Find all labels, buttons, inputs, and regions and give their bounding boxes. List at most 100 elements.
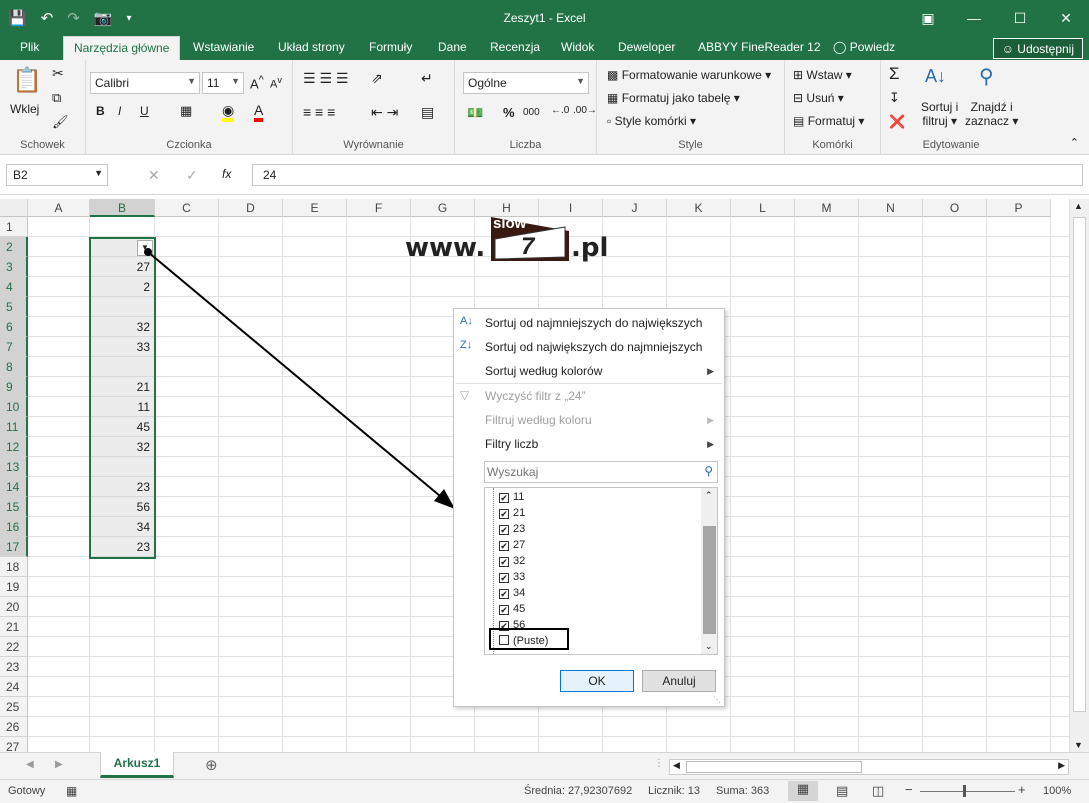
list-scroll-thumb[interactable] [703, 526, 716, 634]
cancel-button[interactable]: Anuluj [642, 670, 716, 692]
scroll-thumb[interactable] [1073, 217, 1086, 712]
find-icon[interactable]: ⚲ [979, 64, 994, 89]
filter-search-box[interactable]: ⚲ [484, 461, 718, 483]
prev-sheet-icon[interactable]: ◀ [26, 759, 34, 770]
filter-item-33[interactable]: ✔ 33 [499, 569, 525, 585]
delete-button[interactable]: ⊟ Usuń ▾ [793, 91, 844, 105]
checkbox-checked-icon[interactable]: ✔ [499, 573, 509, 583]
find-select-button[interactable]: Znajdź i zaznacz ▾ [965, 100, 1018, 128]
copy-icon[interactable]: ⧉ [52, 90, 61, 106]
tab-page-layout[interactable]: Układ strony [278, 40, 345, 54]
h-scroll-thumb[interactable] [686, 761, 862, 773]
enter-icon[interactable]: ✓ [186, 167, 198, 184]
tab-review[interactable]: Recenzja [490, 40, 540, 54]
checkbox-checked-icon[interactable]: ✔ [499, 605, 509, 615]
orientation-icon[interactable]: ⇗ [371, 70, 383, 87]
sort-filter-icon[interactable]: A↓ [925, 66, 946, 87]
close-button[interactable]: ✕ [1043, 10, 1089, 27]
font-size-combo[interactable]: 11 ▼ [202, 72, 244, 94]
merge-center-icon[interactable]: ▤ [421, 104, 434, 121]
checkbox-checked-icon[interactable]: ✔ [499, 589, 509, 599]
scroll-up-icon[interactable]: ▲ [1074, 201, 1083, 211]
scroll-down-icon[interactable]: ▼ [1074, 740, 1083, 750]
cancel-icon[interactable]: ✕ [148, 167, 160, 184]
filter-item-34[interactable]: ✔ 34 [499, 585, 525, 601]
zoom-out-icon[interactable]: − [905, 782, 913, 797]
grow-font-icon[interactable]: A^ [250, 74, 264, 91]
normal-view-icon[interactable]: ▦ [788, 781, 818, 801]
share-button[interactable]: ☺ Udostępnij [992, 38, 1083, 59]
format-painter-icon[interactable]: 🖌 [52, 114, 69, 130]
menu-sort-desc[interactable]: Sortuj od największych do najmniejszych [485, 340, 702, 354]
insert-function-icon[interactable]: fx [222, 167, 231, 181]
font-name-combo[interactable]: Calibri ▼ [90, 72, 200, 94]
collapse-ribbon-icon[interactable]: ⌃ [1070, 136, 1079, 149]
clear-icon[interactable]: ❌ [889, 114, 905, 130]
ok-button[interactable]: OK [560, 670, 634, 692]
list-scrollbar[interactable]: ⌃ ⌄ [701, 488, 717, 654]
zoom-in-icon[interactable]: + [1018, 782, 1026, 797]
minimize-button[interactable]: — [951, 10, 997, 26]
currency-icon[interactable]: 💵 [467, 105, 483, 121]
align-left-icon[interactable]: ≡ ≡ ≡ [303, 104, 335, 120]
fill-icon[interactable]: ↧ [889, 90, 900, 106]
underline-button[interactable]: U [140, 104, 149, 118]
tab-formulas[interactable]: Formuły [369, 40, 412, 54]
sheet-tab-arkusz1[interactable]: Arkusz1 [100, 752, 174, 778]
checkbox-checked-icon[interactable]: ✔ [499, 525, 509, 535]
menu-sort-asc[interactable]: Sortuj od najmniejszych do największych [485, 316, 702, 330]
macro-record-icon[interactable]: ▦ [66, 784, 77, 798]
filter-item-45[interactable]: ✔ 45 [499, 601, 525, 617]
chevron-up-icon[interactable]: ⌃ [705, 490, 713, 501]
decrease-decimal-icon[interactable]: .00→ [573, 105, 597, 116]
filter-item-11[interactable]: ✔ 11 [499, 489, 524, 505]
paste-icon[interactable]: 📋 [12, 66, 42, 95]
wrap-text-icon[interactable]: ↵ [421, 70, 433, 87]
filter-item-23[interactable]: ✔ 23 [499, 521, 525, 537]
percent-icon[interactable]: % [503, 105, 515, 120]
indent-icon[interactable]: ⇤ ⇥ [371, 104, 398, 121]
checkbox-checked-icon[interactable]: ✔ [499, 557, 509, 567]
filter-item-32[interactable]: ✔ 32 [499, 553, 525, 569]
cell-styles-button[interactable]: ▫ Style komórki ▾ [607, 114, 696, 128]
zoom-level[interactable]: 100% [1043, 785, 1071, 797]
tab-home[interactable]: Narzędzia główne [63, 36, 181, 61]
tab-abbyy[interactable]: ABBYY FineReader 12 [698, 40, 821, 54]
resize-grip-icon[interactable]: ⋱ [713, 695, 721, 704]
zoom-slider[interactable] [920, 791, 1015, 792]
italic-button[interactable]: I [118, 104, 121, 118]
horizontal-scrollbar[interactable]: ◀ ▶ [669, 759, 1069, 775]
format-button[interactable]: ▤ Formatuj ▾ [793, 114, 864, 128]
borders-icon[interactable]: ▦ [180, 103, 192, 119]
font-color-icon[interactable]: A [254, 102, 264, 122]
checkbox-checked-icon[interactable]: ✔ [499, 509, 509, 519]
chevron-down-icon[interactable]: ⌄ [705, 641, 713, 652]
tab-tell-me[interactable]: ◯ Powiedz [833, 40, 895, 54]
tab-data[interactable]: Dane [438, 40, 467, 54]
page-break-view-icon[interactable]: ◫ [872, 783, 884, 799]
add-sheet-icon[interactable]: ⊕ [205, 756, 218, 774]
number-format-combo[interactable]: Ogólne ▼ [463, 72, 589, 94]
tab-split-handle-icon[interactable]: ⋮ [654, 758, 664, 769]
tab-view[interactable]: Widok [561, 40, 594, 54]
fill-color-icon[interactable]: ◉ [222, 102, 235, 122]
sort-filter-button[interactable]: Sortuj i filtruj ▾ [921, 100, 958, 128]
name-box[interactable]: B2 ▼ [6, 164, 108, 186]
maximize-button[interactable]: ☐ [997, 10, 1043, 27]
align-top-icon[interactable]: ☰ ☰ ☰ [303, 70, 348, 87]
format-as-table-button[interactable]: ▦ Formatuj jako tabelę ▾ [607, 91, 740, 105]
zoom-slider-thumb[interactable] [963, 785, 966, 797]
checkbox-checked-icon[interactable]: ✔ [499, 493, 509, 503]
comma-style-icon[interactable]: 000 [523, 107, 540, 118]
shrink-font-icon[interactable]: Av [270, 75, 282, 91]
bold-button[interactable]: B [96, 104, 105, 118]
paste-button[interactable]: Wklej [10, 102, 39, 116]
scroll-right-icon[interactable]: ▶ [1058, 760, 1065, 771]
filter-search-input[interactable] [487, 463, 687, 481]
increase-decimal-icon[interactable]: ←.0 [551, 105, 569, 116]
cut-icon[interactable]: ✂ [52, 65, 64, 82]
checkbox-checked-icon[interactable]: ✔ [499, 541, 509, 551]
tab-insert[interactable]: Wstawianie [193, 40, 254, 54]
page-layout-view-icon[interactable]: ▤ [836, 783, 848, 799]
formula-input[interactable]: 24 [252, 164, 1083, 186]
